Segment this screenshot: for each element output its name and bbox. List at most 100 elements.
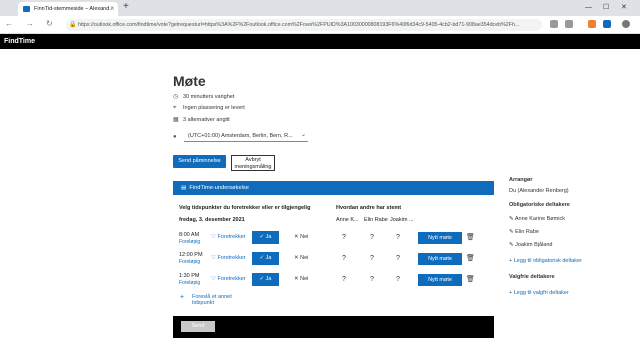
participant-name: Anne K... [336,217,359,223]
required-attendee: ✎ Joakim Bjåland [509,242,552,248]
prefer-label: Foretrekker [217,255,246,261]
add-required-attendee-link[interactable]: + Legg til obligatorisk deltaker [509,258,582,264]
suggest-time-label: Foreslå et annet tidspunkt [192,294,232,306]
poll-panel-title: FindTime-undersøkelse [189,185,249,191]
favorites-icon[interactable] [565,20,573,28]
attendee-name: Elin Rabe [515,229,539,235]
required-heading: Obligatoriske deltakere [509,202,570,208]
add-optional-label: Legg til valgfri deltaker [513,290,569,296]
location-row: ⌖ Ingen plassering er levert [173,104,245,112]
address-bar: ← → ↻ 🔒 https://outlook.office.com/findt… [0,16,640,34]
forward-icon[interactable]: → [26,19,34,28]
tab-title: FinnTid-stemmeside – Alexand... [34,6,114,12]
required-attendee: ✎ Anne Karine Bømick [509,216,565,222]
poll-icon: ▤ [181,185,187,191]
chevron-down-icon: ⌄ [300,132,306,138]
app-header: FindTime [0,34,640,49]
office-extension-icon[interactable] [588,20,596,28]
yes-button[interactable]: ✓ Ja [252,231,279,244]
no-button[interactable]: ✕ Nei [294,234,308,240]
meeting-title: Møte [173,73,206,89]
clock-icon: ◷ [173,94,179,100]
slot-time: 8:00 AM Foreløpig [179,232,200,246]
slot-status: Foreløpig [179,259,201,265]
prefer-button[interactable]: ♡ Foretrekker [211,276,246,282]
cancel-poll-label-line2: meningsmåling [234,163,272,170]
browser-tab-strip: FinnTid-stemmeside – Alexand... × + — ☐ … [0,0,640,16]
alternatives-text: 3 alternativer angitt [183,117,230,123]
url-text: https://outlook.office.com/findtime/vote… [78,22,520,28]
attendee-name: Anne Karine Bømick [514,216,565,222]
yes-label: Ja [265,276,272,282]
refresh-icon[interactable]: ↻ [46,19,53,28]
vote-status: ? [370,276,374,283]
prefer-button[interactable]: ♡ Foretrekker [211,255,246,261]
vote-status: ? [396,234,400,241]
trash-icon[interactable]: 🗑 [466,254,475,262]
vote-status: ? [396,276,400,283]
new-meeting-button[interactable]: Nytt møte [418,232,462,244]
no-button[interactable]: ✕ Nei [294,255,308,261]
browser-tab[interactable]: FinnTid-stemmeside – Alexand... × [18,2,118,16]
url-field[interactable]: 🔒 https://outlook.office.com/findtime/vo… [66,19,542,31]
vote-status: ? [342,234,346,241]
send-reminder-button[interactable]: Send påminnelse [173,155,226,168]
attendee-name: Joakim Bjåland [515,242,553,248]
cancel-poll-button[interactable]: Avbryt meningsmåling [231,155,275,171]
participant-name: Elin Rabe [364,217,388,223]
instruction-text: Velg tidspunkter du foretrekker eller er… [179,205,311,211]
globe-icon-row: ● [173,133,183,141]
poll-panel-header: ▤ FindTime-undersøkelse [173,181,494,195]
lock-icon: 🔒 [69,22,77,28]
prefer-label: Foretrekker [217,276,246,282]
optional-heading: Valgfrie deltakere [509,274,555,280]
send-button[interactable]: Send [181,321,215,332]
back-icon[interactable]: ← [5,19,13,28]
new-tab-button[interactable]: + [123,1,129,12]
prefer-label: Foretrekker [217,234,246,240]
calendar-icon: ▦ [173,117,179,123]
duration-row: ◷ 30 minutters varighet [173,93,234,101]
yes-label: Ja [265,255,272,261]
slot-status: Foreløpig [179,280,201,286]
new-meeting-button[interactable]: Nytt møte [418,274,462,286]
participant-name: Joakim ... [390,217,414,223]
globe-icon: ● [173,134,177,140]
trash-icon[interactable]: 🗑 [466,275,475,283]
app-title: FindTime [4,38,35,45]
no-button[interactable]: ✕ Nei [294,276,308,282]
window-close-button[interactable]: ✕ [621,0,627,16]
maximize-button[interactable]: ☐ [603,0,609,16]
alternatives-row: ▦ 3 alternativer angitt [173,116,230,124]
tab-close-button[interactable]: × [110,2,114,16]
slot-time-text: 12:00 PM [179,252,203,258]
minimize-button[interactable]: — [585,0,592,16]
footer-bar [173,316,494,338]
slot-time: 12:00 PM Foreløpig [179,252,203,266]
others-voted-heading: Hvordan andre har stemt [336,205,402,211]
required-attendee: ✎ Elin Rabe [509,229,539,235]
outlook-extension-icon[interactable] [603,20,611,28]
profile-avatar[interactable] [622,20,630,28]
new-meeting-button[interactable]: Nytt møte [418,253,462,265]
vote-status: ? [396,255,400,262]
extension-icon[interactable] [550,20,558,28]
duration-text: 30 minutters varighet [183,94,235,100]
location-pin-icon: ⌖ [173,105,177,111]
timezone-dropdown[interactable]: (UTC+01:00) Amsterdam, Berlin, Bern, R..… [184,131,308,142]
slot-time-text: 8:00 AM [179,232,200,238]
yes-button[interactable]: ✓ Ja [252,252,279,265]
slot-time: 1:30 PM Foreløpig [179,273,200,287]
no-label: Nei [300,234,309,240]
add-optional-attendee-link[interactable]: + Legg til valgfri deltaker [509,290,569,296]
no-label: Nei [300,276,309,282]
prefer-button[interactable]: ♡ Foretrekker [211,234,246,240]
organizer-heading: Arrangør [509,177,533,183]
slot-time-text: 1:30 PM [179,273,200,279]
date-heading: fredag, 3. desember 2021 [179,217,245,223]
organizer-name: Du (Alexander Renberg) [509,188,569,194]
vote-status: ? [342,255,346,262]
vote-status: ? [342,276,346,283]
yes-button[interactable]: ✓ Ja [252,273,279,286]
trash-icon[interactable]: 🗑 [466,233,475,241]
